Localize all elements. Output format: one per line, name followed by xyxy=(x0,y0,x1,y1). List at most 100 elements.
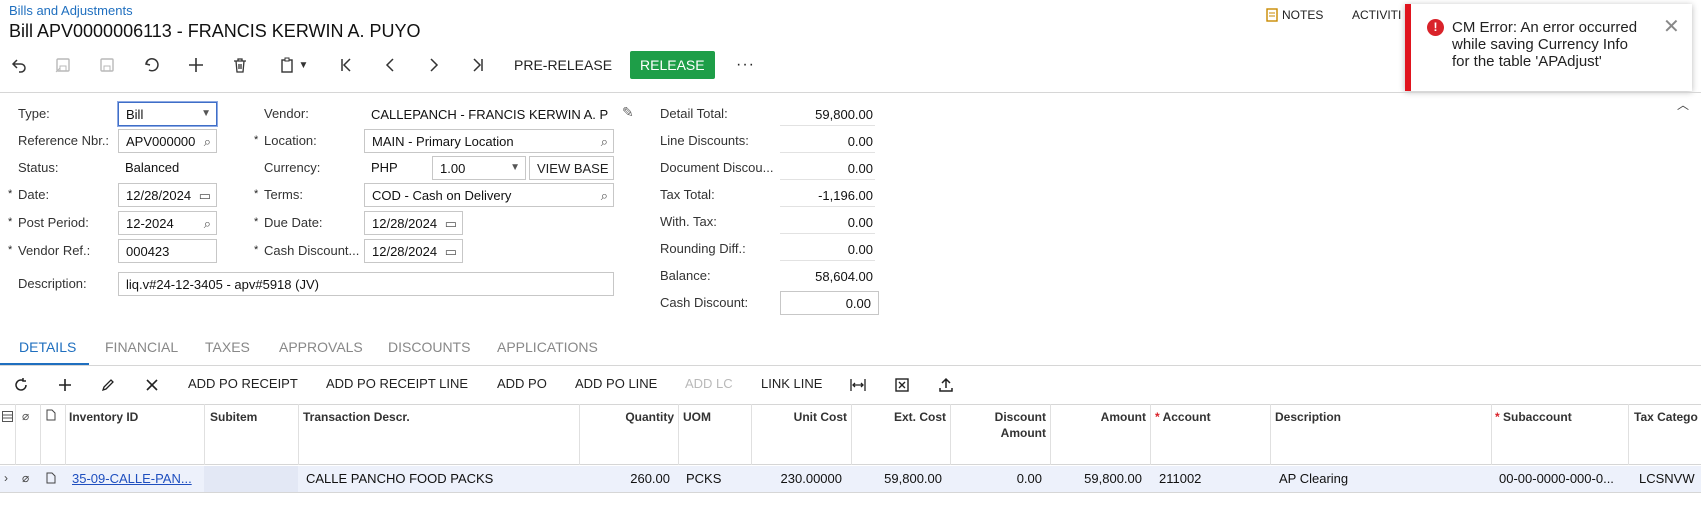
description-input[interactable]: liq.v#24-12-3405 - apv#5918 (JV) xyxy=(118,272,614,296)
vendor-value[interactable]: CALLEPANCH - FRANCIS KERWIN A. P xyxy=(371,107,608,122)
calendar-icon[interactable]: ▭ xyxy=(445,244,457,260)
tab-approvals[interactable]: APPROVALS xyxy=(279,339,363,355)
tab-details[interactable]: DETAILS xyxy=(19,339,76,355)
previous-record-button[interactable] xyxy=(379,53,401,77)
more-actions-button[interactable]: ··· xyxy=(728,51,763,79)
quantity-cell[interactable]: 260.00 xyxy=(580,471,670,486)
tax-category-cell[interactable]: LCSNVW xyxy=(1639,471,1699,486)
excel-icon xyxy=(895,378,909,392)
required-marker: * xyxy=(254,188,259,200)
type-select[interactable]: Bill ▼ xyxy=(118,102,217,126)
search-icon[interactable]: ⌕ xyxy=(204,134,211,150)
document-icon[interactable] xyxy=(46,472,56,487)
column-header-subitem[interactable]: Subitem xyxy=(210,409,257,425)
column-header-discount-amount[interactable]: Discount Amount xyxy=(951,409,1046,441)
rounding-diff-value: 0.00 xyxy=(847,242,873,257)
post-period-input[interactable]: 12-2024 ⌕ xyxy=(118,211,217,235)
cash-discount-date-input[interactable]: 12/28/2024 ▭ xyxy=(364,239,463,263)
ext-cost-cell[interactable]: 59,800.00 xyxy=(852,471,942,486)
tab-discounts[interactable]: DISCOUNTS xyxy=(388,339,470,355)
back-button[interactable] xyxy=(8,53,30,77)
refresh-button[interactable] xyxy=(12,376,30,394)
reference-nbr-input[interactable]: APV000000 ⌕ xyxy=(118,129,217,153)
add-row-button[interactable] xyxy=(56,376,74,394)
column-header-uom[interactable]: UOM xyxy=(683,409,711,425)
fit-columns-button[interactable] xyxy=(848,376,868,394)
currency-rate-select[interactable]: 1.00 ▼ xyxy=(432,156,526,180)
activities-button[interactable]: ACTIVITI xyxy=(1352,8,1401,22)
column-header-subaccount[interactable]: * Subaccount xyxy=(1495,409,1572,425)
description-cell[interactable]: AP Clearing xyxy=(1279,471,1348,486)
plus-icon xyxy=(59,379,71,391)
date-input[interactable]: 12/28/2024 ▭ xyxy=(118,183,217,207)
add-po-line-button[interactable]: ADD PO LINE xyxy=(575,376,657,391)
add-lc-button[interactable]: ADD LC xyxy=(685,376,733,391)
row-select-icon[interactable] xyxy=(2,410,13,425)
delete-row-button[interactable] xyxy=(143,376,161,394)
breadcrumb[interactable]: Bills and Adjustments xyxy=(9,3,133,18)
calendar-icon[interactable]: ▭ xyxy=(445,216,457,232)
link-line-button[interactable]: LINK LINE xyxy=(761,376,822,391)
column-header-description[interactable]: Description xyxy=(1275,409,1341,425)
next-record-button[interactable] xyxy=(423,53,445,77)
edit-row-button[interactable] xyxy=(99,376,117,394)
tab-taxes[interactable]: TAXES xyxy=(205,339,250,355)
release-button[interactable]: RELEASE xyxy=(630,51,715,79)
column-header-inventory-id[interactable]: Inventory ID xyxy=(69,409,138,425)
subaccount-cell[interactable]: 00-00-0000-000-0... xyxy=(1499,471,1614,486)
column-header-tax-category[interactable]: Tax Catego xyxy=(1634,409,1698,425)
transaction-descr-cell[interactable]: CALLE PANCHO FOOD PACKS xyxy=(306,471,493,486)
column-header-ext-cost[interactable]: Ext. Cost xyxy=(852,409,946,425)
upload-button[interactable] xyxy=(937,376,955,394)
notes-button[interactable]: NOTES xyxy=(1266,8,1323,22)
account-cell[interactable]: 211002 xyxy=(1159,471,1201,486)
save-button[interactable] xyxy=(96,53,118,77)
add-po-receipt-button[interactable]: ADD PO RECEIPT xyxy=(188,376,298,391)
row-expand-icon[interactable]: › xyxy=(4,471,8,485)
copy-paste-button[interactable]: ▼ xyxy=(273,53,313,77)
line-discounts-value: 0.00 xyxy=(847,134,873,149)
column-header-quantity[interactable]: Quantity xyxy=(580,409,674,425)
line-discounts-label: Line Discounts: xyxy=(660,133,749,148)
tab-applications[interactable]: APPLICATIONS xyxy=(497,339,598,355)
add-po-receipt-line-button[interactable]: ADD PO RECEIPT LINE xyxy=(326,376,468,391)
close-icon[interactable]: ✕ xyxy=(1663,17,1680,37)
calendar-icon[interactable]: ▭ xyxy=(199,188,211,204)
inventory-id-cell[interactable]: 35-09-CALLE-PAN... xyxy=(72,471,192,486)
document-icon xyxy=(46,409,56,424)
column-header-account[interactable]: * Account xyxy=(1155,409,1211,425)
save-close-button[interactable] xyxy=(52,53,74,77)
terms-input[interactable]: COD - Cash on Delivery ⌕ xyxy=(364,183,614,207)
delete-button[interactable] xyxy=(229,53,251,77)
tab-financial[interactable]: FINANCIAL xyxy=(105,339,178,355)
uom-cell[interactable]: PCKS xyxy=(686,471,721,486)
column-header-transaction-descr[interactable]: Transaction Descr. xyxy=(303,409,410,425)
summary-divider xyxy=(780,125,875,126)
last-record-button[interactable] xyxy=(467,53,489,77)
export-excel-button[interactable] xyxy=(893,376,911,394)
pencil-icon[interactable]: ✎ xyxy=(622,104,634,121)
amount-cell[interactable]: 59,800.00 xyxy=(1051,471,1142,486)
collapse-icon[interactable]: ︿ xyxy=(1677,96,1689,113)
discount-amount-cell[interactable]: 0.00 xyxy=(951,471,1042,486)
location-input[interactable]: MAIN - Primary Location ⌕ xyxy=(364,129,614,153)
add-button[interactable] xyxy=(185,53,207,77)
due-date-input[interactable]: 12/28/2024 ▭ xyxy=(364,211,463,235)
search-icon[interactable]: ⌕ xyxy=(601,188,608,204)
attachment-icon: ⌀ xyxy=(22,409,30,423)
undo-button[interactable] xyxy=(141,53,163,77)
subitem-cell[interactable] xyxy=(204,466,298,492)
attachment-icon[interactable]: ⌀ xyxy=(22,471,29,485)
cash-discount-input[interactable]: 0.00 xyxy=(780,291,879,315)
vendor-ref-input[interactable]: 000423 xyxy=(118,239,217,263)
first-record-button[interactable] xyxy=(335,53,357,77)
column-header-unit-cost[interactable]: Unit Cost xyxy=(752,409,847,425)
search-icon[interactable]: ⌕ xyxy=(204,216,211,232)
column-header-amount[interactable]: Amount xyxy=(1051,409,1146,425)
search-icon[interactable]: ⌕ xyxy=(601,134,608,150)
pre-release-button[interactable]: PRE-RELEASE xyxy=(506,51,620,79)
unit-cost-cell[interactable]: 230.00000 xyxy=(752,471,842,486)
add-po-button[interactable]: ADD PO xyxy=(497,376,547,391)
currency-label: Currency: xyxy=(264,160,321,175)
view-base-button[interactable]: VIEW BASE xyxy=(529,156,614,180)
